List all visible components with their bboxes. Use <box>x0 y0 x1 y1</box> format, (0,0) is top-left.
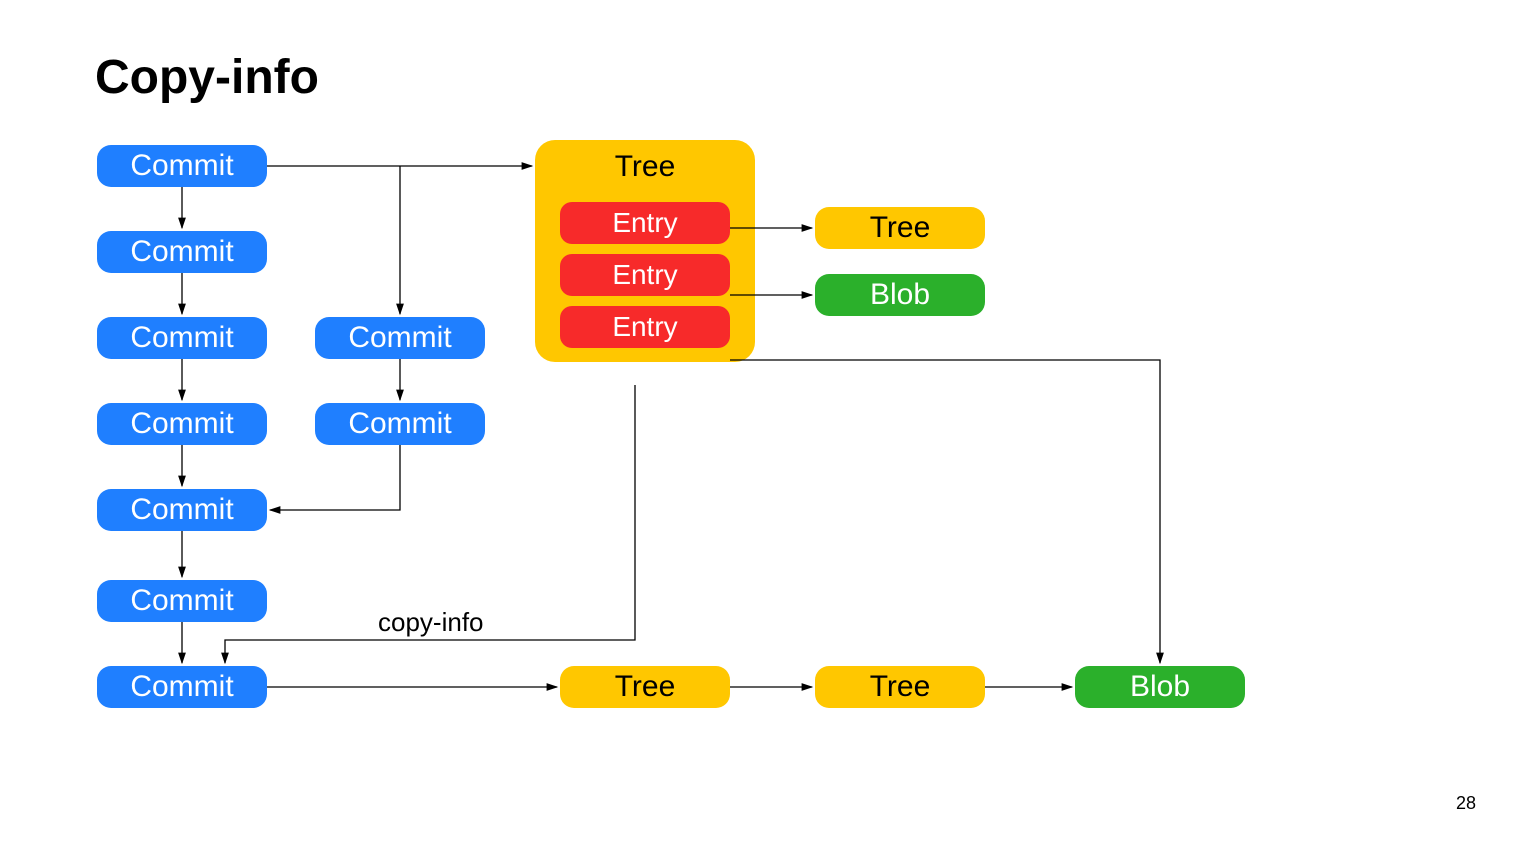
commit-node-5: Commit <box>97 489 267 531</box>
blob-right: Blob <box>815 274 985 316</box>
tree-entry-3: Entry <box>560 306 730 348</box>
tree-bottom-2: Tree <box>815 666 985 708</box>
blob-bottom: Blob <box>1075 666 1245 708</box>
commit-node-4: Commit <box>97 403 267 445</box>
tree-small-right: Tree <box>815 207 985 249</box>
commit-node-3: Commit <box>97 317 267 359</box>
commit-branch-2: Commit <box>315 403 485 445</box>
commit-node-1: Commit <box>97 145 267 187</box>
page-number: 28 <box>1456 793 1476 814</box>
copy-info-label: copy-info <box>378 607 484 638</box>
commit-node-2: Commit <box>97 231 267 273</box>
commit-branch-1: Commit <box>315 317 485 359</box>
tree-container: Tree Entry Entry Entry <box>535 140 755 362</box>
tree-entry-1: Entry <box>560 202 730 244</box>
commit-node-7: Commit <box>97 666 267 708</box>
tree-bottom-1: Tree <box>560 666 730 708</box>
slide-title: Copy-info <box>95 50 319 105</box>
commit-node-6: Commit <box>97 580 267 622</box>
tree-entry-2: Entry <box>560 254 730 296</box>
tree-title: Tree <box>615 150 676 184</box>
